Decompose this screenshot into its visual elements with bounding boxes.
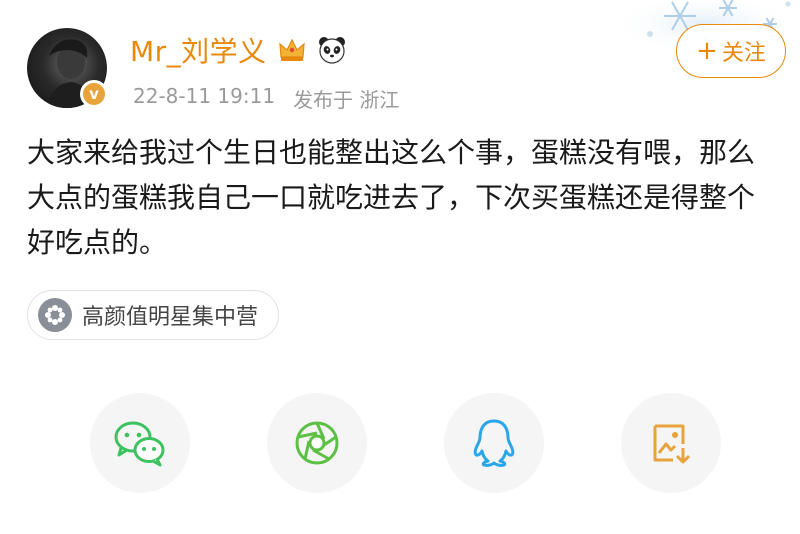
post-time: 22-8-11 19:11 [133, 84, 276, 108]
post-text: 大家来给我过个生日也能整出这么个事，蛋糕没有喂，那么大点的蛋糕我自己一口就吃进去… [27, 136, 756, 259]
share-qq-button[interactable] [444, 393, 544, 493]
name-row: Mr_刘学义 [130, 30, 347, 70]
qq-icon [473, 419, 515, 467]
username[interactable]: Mr_刘学义 [130, 30, 267, 70]
follow-label: 关注 [721, 41, 766, 66]
follow-button[interactable]: + 关注 [676, 24, 786, 78]
panda-icon [318, 37, 345, 64]
save-image-icon [653, 424, 691, 464]
topic-label: 高颜值明星集中营 [82, 305, 259, 330]
flower-icon [38, 298, 72, 332]
share-moments-button[interactable] [267, 393, 367, 493]
moments-icon [295, 421, 339, 465]
crown-icon [278, 38, 305, 61]
share-wechat-button[interactable] [90, 393, 190, 493]
post-location: 发布于 浙江 [293, 88, 400, 112]
plus-icon: + [696, 36, 718, 66]
topic-chip[interactable]: 高颜值明星集中营 [27, 290, 280, 340]
wechat-icon [114, 421, 165, 467]
verified-mark: v [89, 85, 99, 103]
post-meta: 22-8-11 19:11 发布于 浙江 [133, 84, 399, 113]
save-image-button[interactable] [621, 393, 721, 493]
verified-badge: v [80, 80, 108, 108]
weibo-post-page: v Mr_刘学义 22-8-11 19:11 发布于 浙江 + 关注 大家来给我… [0, 0, 800, 534]
